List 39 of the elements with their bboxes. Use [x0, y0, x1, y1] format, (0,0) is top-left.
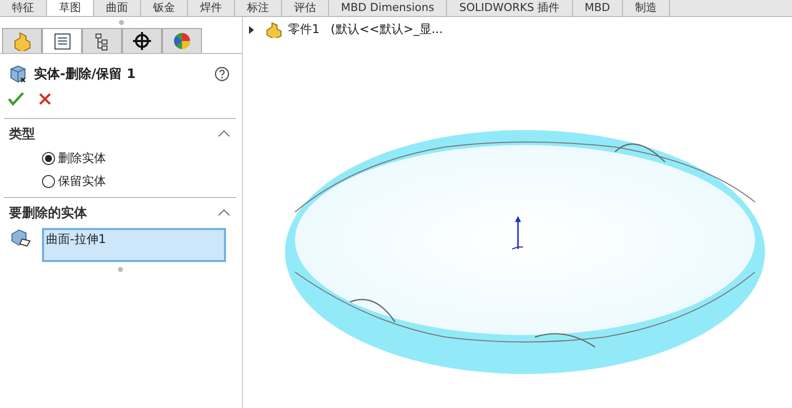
ok-check-icon[interactable]	[8, 92, 24, 106]
crosshair-tab[interactable]	[122, 28, 162, 53]
radio-button[interactable]	[42, 152, 55, 165]
body-cube-icon	[8, 64, 28, 84]
solid-body-icon	[10, 228, 32, 248]
cancel-icon[interactable]	[38, 92, 52, 106]
ribbon-tab[interactable]: SOLIDWORKS 插件	[447, 0, 573, 16]
ribbon-tab[interactable]: 曲面	[94, 0, 141, 16]
list-tab[interactable]	[42, 28, 82, 53]
ribbon-tab[interactable]: 钣金	[141, 0, 188, 16]
part-icon	[12, 31, 32, 51]
color-wheel-icon	[172, 31, 192, 51]
ribbon-tab[interactable]: 草图	[47, 0, 94, 16]
property-manager-title: 实体-删除/保留 1	[34, 66, 137, 83]
ribbon-tab[interactable]: 标注	[235, 0, 282, 16]
part-icon	[265, 22, 283, 38]
color-wheel-tab[interactable]	[162, 28, 202, 53]
part-name[interactable]: 零件1	[288, 21, 320, 38]
ribbon-tab[interactable]: MBD	[572, 0, 624, 16]
ribbon-tab[interactable]: 评估	[282, 0, 329, 16]
option-label[interactable]: 删除实体	[58, 150, 106, 167]
section-title: 要删除的实体	[9, 204, 87, 222]
ribbon-tab[interactable]: 焊件	[188, 0, 235, 16]
configuration-label: (默认<<默认>_显...	[330, 21, 443, 38]
crosshair-icon	[132, 31, 152, 51]
ribbon-tab[interactable]: 制造	[623, 0, 670, 16]
axis-triad-icon	[509, 215, 525, 251]
radio-button[interactable]	[42, 175, 55, 188]
section-title: 类型	[9, 126, 35, 143]
list-icon	[52, 31, 72, 51]
help-icon[interactable]	[214, 66, 230, 82]
ribbon-tab[interactable]: MBD Dimensions	[329, 0, 448, 16]
selection-list-box[interactable]: 曲面-拉伸1	[42, 228, 226, 262]
expand-arrow-icon[interactable]	[249, 26, 254, 34]
option-label[interactable]: 保留实体	[58, 173, 106, 190]
list-item[interactable]: 曲面-拉伸1	[44, 230, 224, 249]
splitter-handle[interactable]	[118, 20, 124, 25]
resize-handle[interactable]	[118, 267, 122, 272]
configuration-tab[interactable]	[82, 28, 122, 53]
